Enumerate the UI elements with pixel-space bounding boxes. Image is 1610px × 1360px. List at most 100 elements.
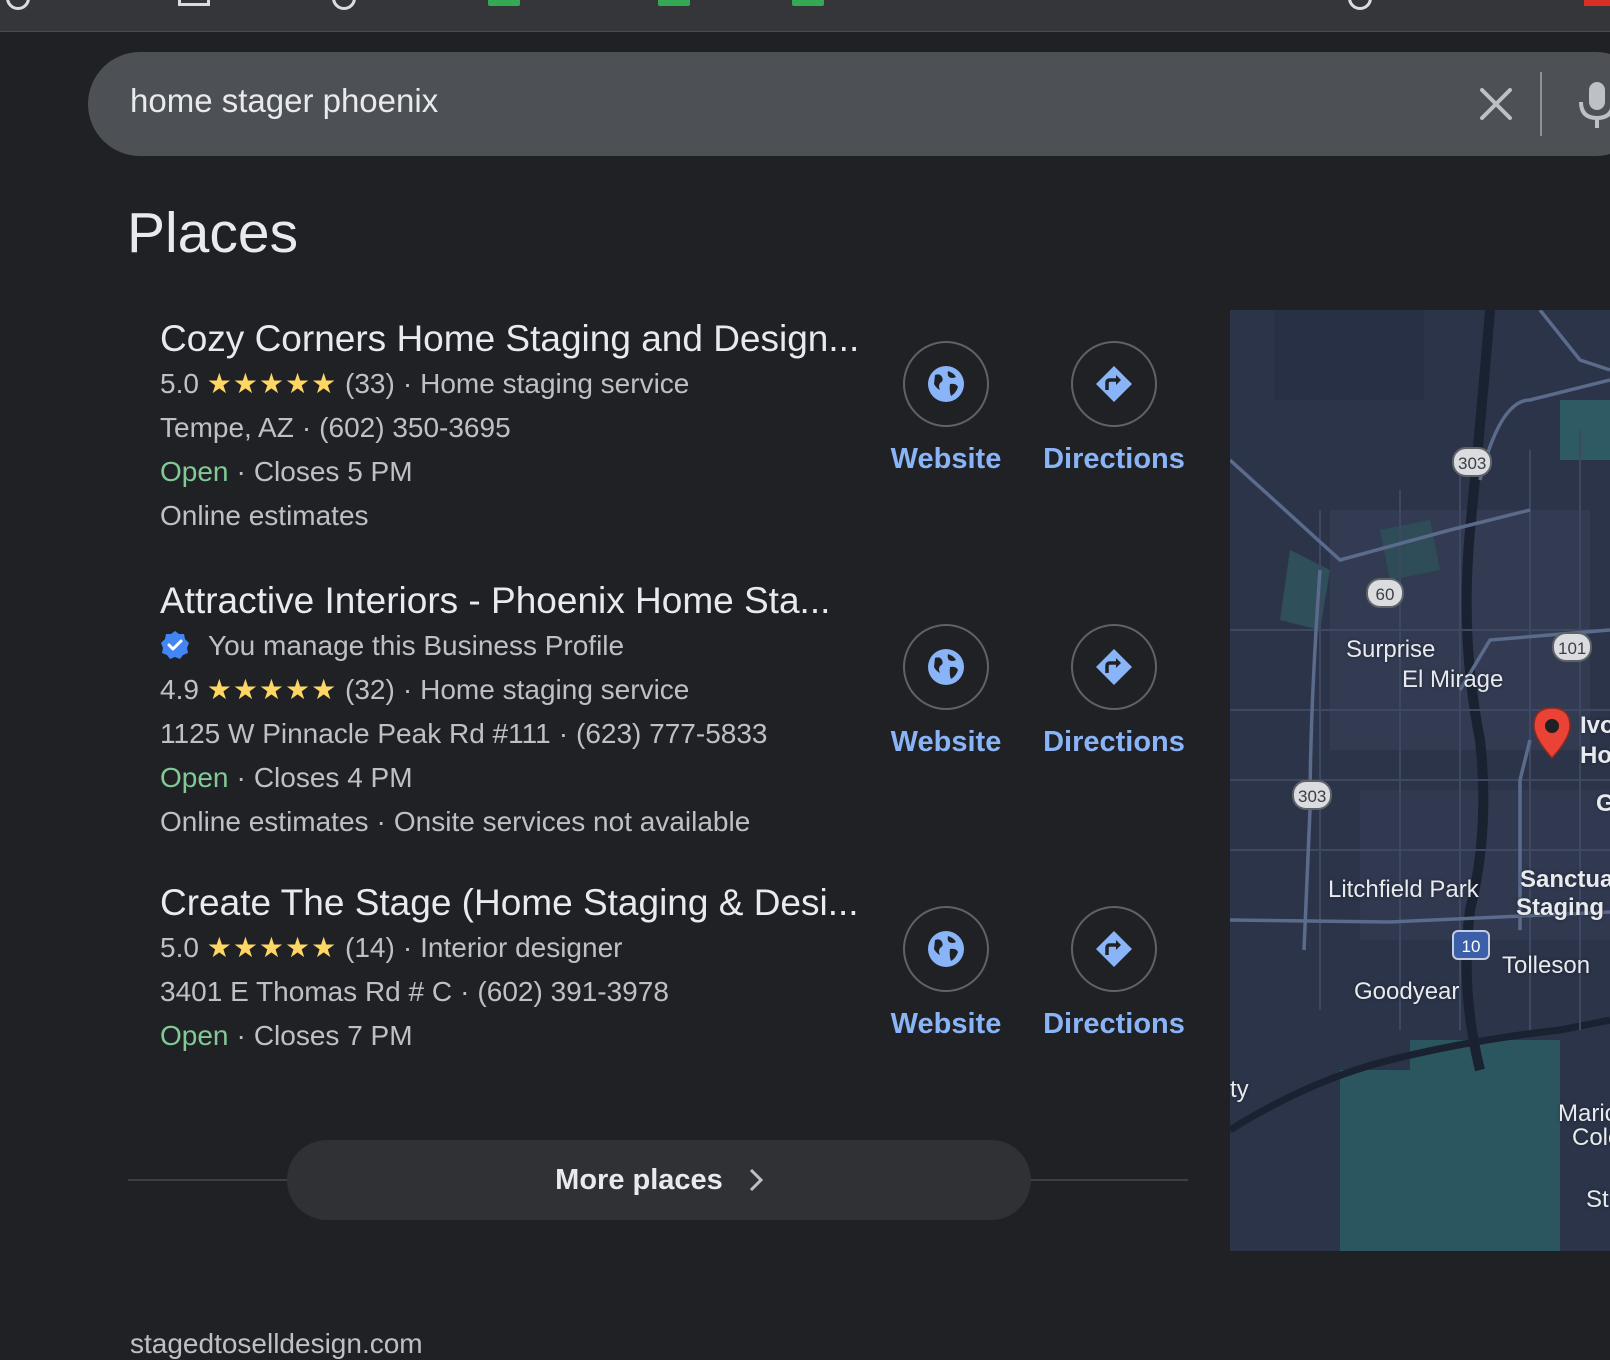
place-location: Tempe, AZ <box>160 412 294 443</box>
place-location: 3401 E Thomas Rd # C <box>160 976 453 1007</box>
place-name[interactable]: Attractive Interiors - Phoenix Home Sta.… <box>160 578 850 624</box>
open-status: Open <box>160 456 229 487</box>
microphone-icon[interactable] <box>1574 80 1610 130</box>
star-rating: ★★★★★ <box>206 932 338 963</box>
place-address-line: 3401 E Thomas Rd # C · (602) 391-3978 <box>160 976 669 1007</box>
next-result-url[interactable]: stagedtoselldesign.com <box>130 1328 423 1360</box>
tab-favicon-icon[interactable] <box>6 0 30 10</box>
review-count[interactable]: (33) <box>345 368 395 399</box>
map-label: Goodyear <box>1354 978 1460 1005</box>
closing-time: Closes 4 PM <box>253 762 413 793</box>
place-phone: (602) 391-3978 <box>477 976 669 1007</box>
website-label[interactable]: Website <box>871 1008 1021 1041</box>
place-phone: (623) 777-5833 <box>576 718 768 749</box>
place-rating-line: 4.9 ★★★★★ (32) · Home staging service <box>160 674 690 705</box>
directions-button[interactable]: Directions <box>1039 906 1189 1041</box>
place-category: Interior designer <box>420 932 623 963</box>
directions-button[interactable]: Directions <box>1039 341 1189 476</box>
closing-time: Closes 5 PM <box>253 456 413 487</box>
place-name[interactable]: Cozy Corners Home Staging and Design... <box>160 316 859 362</box>
place-address-line: 1125 W Pinnacle Peak Rd #111 · (623) 777-5… <box>160 718 768 749</box>
route-shield: 101 <box>1552 632 1593 662</box>
tab-sheets-icon[interactable] <box>658 0 690 6</box>
map-label[interactable]: Staging <box>1516 894 1604 922</box>
website-circle[interactable] <box>903 341 989 427</box>
search-input[interactable]: home stager phoenix <box>130 82 438 120</box>
place-result[interactable]: Attractive Interiors - Phoenix Home Sta.… <box>160 578 850 844</box>
map-label[interactable]: Ho <box>1580 742 1610 770</box>
map-label: Surprise <box>1346 636 1436 663</box>
directions-icon <box>1096 366 1132 402</box>
search-bar[interactable]: home stager phoenix <box>88 52 1610 156</box>
place-category: Home staging service <box>420 368 690 399</box>
rating-value: 4.9 <box>160 674 199 705</box>
clear-icon[interactable] <box>1474 82 1518 126</box>
website-circle[interactable] <box>903 624 989 710</box>
search-divider <box>1540 72 1542 136</box>
map-label[interactable]: Ivo <box>1580 712 1610 740</box>
service-option: Onsite services not available <box>393 806 751 837</box>
map-label: Litchfield Park <box>1328 876 1479 903</box>
website-label[interactable]: Website <box>871 443 1021 476</box>
tab-favicon-icon[interactable] <box>332 0 356 10</box>
service-option: Online estimates <box>160 500 369 531</box>
place-hours-line: Open · Closes 7 PM <box>160 1020 413 1051</box>
tab-favicon-icon[interactable] <box>1348 0 1372 10</box>
map-panel[interactable]: 303 60 101 303 10 Surprise El Mirage Lit… <box>1230 310 1610 1251</box>
directions-label[interactable]: Directions <box>1039 1008 1189 1041</box>
directions-circle[interactable] <box>1071 906 1157 992</box>
website-button[interactable]: Website <box>871 341 1021 476</box>
tab-sheets-icon[interactable] <box>488 0 520 6</box>
directions-label[interactable]: Directions <box>1039 726 1189 759</box>
divider <box>128 1179 288 1181</box>
result-url[interactable]: stagedtoselldesign.com <box>130 1328 423 1359</box>
place-result[interactable]: Create The Stage (Home Staging & Desi...… <box>160 880 859 1058</box>
review-count[interactable]: (14) <box>345 932 395 963</box>
place-address-line: Tempe, AZ · (602) 350-3695 <box>160 412 511 443</box>
tab-doc-icon[interactable] <box>178 0 210 6</box>
map-pin-icon[interactable] <box>1528 704 1576 760</box>
place-hours-line: Open · Closes 5 PM <box>160 456 413 487</box>
verified-text: You manage this Business Profile <box>208 630 625 661</box>
route-shield: 303 <box>1452 447 1493 477</box>
tab-favicon-icon[interactable] <box>1584 0 1610 6</box>
map-label: Tolleson <box>1502 952 1591 979</box>
verified-badge-icon <box>161 630 189 659</box>
map-label[interactable]: Sanctua <box>1520 866 1610 894</box>
website-circle[interactable] <box>903 906 989 992</box>
tab-sheets-icon[interactable] <box>792 0 824 6</box>
map-canvas[interactable] <box>1230 310 1610 1251</box>
review-count[interactable]: (32) <box>345 674 395 705</box>
directions-icon <box>1096 649 1132 685</box>
more-places-label[interactable]: More places <box>555 1164 723 1197</box>
place-service-line: Online estimates <box>160 494 850 538</box>
star-rating: ★★★★★ <box>206 368 338 399</box>
website-button[interactable]: Website <box>871 624 1021 759</box>
chevron-right-icon <box>749 1168 763 1192</box>
globe-icon <box>928 931 964 967</box>
place-name[interactable]: Create The Stage (Home Staging & Desi... <box>160 880 859 926</box>
more-places-button[interactable]: More places <box>287 1140 1031 1220</box>
rating-value: 5.0 <box>160 368 199 399</box>
browser-tab-strip <box>0 0 1610 32</box>
route-shield: 303 <box>1292 780 1333 810</box>
website-label[interactable]: Website <box>871 726 1021 759</box>
globe-icon <box>928 649 964 685</box>
place-category: Home staging service <box>420 674 690 705</box>
place-verified-line: You manage this Business Profile <box>160 624 850 668</box>
place-location: 1125 W Pinnacle Peak Rd #111 <box>160 718 551 749</box>
directions-label[interactable]: Directions <box>1039 443 1189 476</box>
place-rating-line: 5.0 ★★★★★ (14) · Interior designer <box>160 932 623 963</box>
place-result[interactable]: Cozy Corners Home Staging and Design... … <box>160 316 859 538</box>
open-status: Open <box>160 762 229 793</box>
map-label: ty <box>1230 1076 1249 1103</box>
place-rating-line: 5.0 ★★★★★ (33) · Home staging service <box>160 368 690 399</box>
directions-button[interactable]: Directions <box>1039 624 1189 759</box>
closing-time: Closes 7 PM <box>253 1020 413 1051</box>
directions-circle[interactable] <box>1071 341 1157 427</box>
open-status: Open <box>160 1020 229 1051</box>
directions-circle[interactable] <box>1071 624 1157 710</box>
website-button[interactable]: Website <box>871 906 1021 1041</box>
section-title: Places <box>127 201 299 265</box>
map-label[interactable]: G <box>1596 790 1610 818</box>
